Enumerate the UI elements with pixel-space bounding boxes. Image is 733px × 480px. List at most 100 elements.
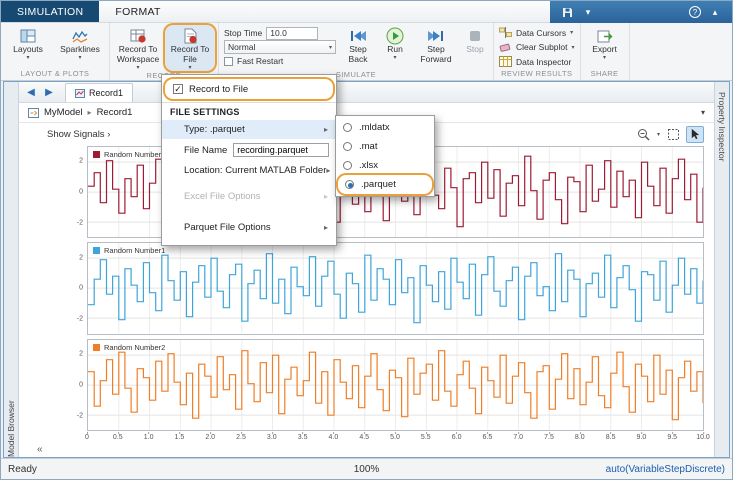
y-tick-label: -2 <box>77 316 83 323</box>
help-icon[interactable]: ? <box>689 6 701 18</box>
x-tick-label: 4.5 <box>359 434 369 441</box>
group-label-layout-plots: LAYOUT & PLOTS <box>4 69 106 80</box>
caret-down-icon: ▾ <box>26 55 29 62</box>
sparklines-button[interactable]: Sparklines ▾ <box>54 25 106 69</box>
parquet-options-label: Parquet File Options <box>184 222 271 233</box>
legend-label: Random Number2 <box>104 343 165 352</box>
record-to-file-toggle-label: Record to File <box>189 84 248 95</box>
stop-time-label: Stop Time <box>224 28 262 38</box>
back-arrow-icon[interactable]: ◀ <box>23 83 39 101</box>
export-label: Export <box>592 45 617 55</box>
x-tick-label: 5.0 <box>390 434 400 441</box>
record-to-file-label-2: File <box>183 55 197 65</box>
menu-item-location[interactable]: Location: Current MATLAB Folder ▸ <box>162 161 336 180</box>
show-signals-chevron-icon[interactable]: › <box>107 129 110 140</box>
legend: Random Number <box>93 150 161 159</box>
show-signals-link[interactable]: Show Signals <box>47 129 105 140</box>
breadcrumb-model[interactable]: MyModel <box>44 107 83 118</box>
x-tick-label: 0 <box>85 434 89 441</box>
record1-doc-tab[interactable]: Record1 <box>65 83 133 102</box>
menu-item-excel-options[interactable]: Excel File Options ▸ <box>162 187 336 206</box>
pointer-tool-button[interactable] <box>686 126 704 143</box>
data-inspector-button[interactable]: Data Inspector <box>499 55 575 68</box>
x-tick-label: 1.5 <box>175 434 185 441</box>
forward-arrow-icon[interactable]: ▶ <box>41 83 57 101</box>
y-tick-label: -2 <box>77 219 83 226</box>
radio-icon <box>343 161 352 170</box>
x-tick-label: 5.5 <box>421 434 431 441</box>
collapse-panel-button[interactable]: « <box>37 445 43 455</box>
save-icon[interactable] <box>560 5 574 19</box>
stop-button[interactable]: Stop <box>460 25 490 70</box>
status-ready: Ready <box>8 464 37 475</box>
file-name-label: File Name <box>184 145 227 156</box>
menu-item-record-to-file[interactable]: ✓ Record to File <box>165 79 333 99</box>
submenu-item-mat[interactable]: .mat <box>336 137 434 156</box>
data-inspector-label: Data Inspector <box>516 57 571 67</box>
layouts-label: Layouts <box>13 45 43 55</box>
sim-mode-value: Normal <box>228 42 255 52</box>
model-browser-tab[interactable]: Model Browser <box>4 82 19 457</box>
y-tick-label: 0 <box>79 285 83 292</box>
file-name-input[interactable] <box>233 143 329 157</box>
tab-simulation[interactable]: SIMULATION <box>1 1 99 22</box>
minimize-ribbon-icon[interactable]: ▴ <box>708 5 722 19</box>
property-inspector-tab[interactable]: Property Inspector <box>714 82 729 457</box>
record-to-file-menu: ✓ Record to File FILE SETTINGS Type: .pa… <box>161 74 337 246</box>
status-bar: Ready 100% auto(VariableStepDiscrete) <box>1 458 732 479</box>
clear-subplot-icon <box>499 42 512 53</box>
data-cursors-button[interactable]: Data Cursors ▾ <box>499 26 575 39</box>
run-button[interactable]: Run ▾ <box>378 25 412 70</box>
radio-icon <box>343 142 352 151</box>
data-inspector-icon <box>499 56 512 67</box>
y-tick-label: 0 <box>79 189 83 196</box>
signal-selector-caret-icon[interactable]: ▾ <box>701 108 705 117</box>
zoom-caret-icon[interactable]: ▾ <box>657 131 660 138</box>
step-back-button[interactable]: Step Back <box>340 25 376 70</box>
zoom-out-button[interactable] <box>635 126 653 143</box>
export-icon <box>596 27 614 45</box>
parquet-label: .parquet <box>361 179 396 190</box>
radio-icon <box>343 123 352 132</box>
record-to-file-button[interactable]: Record To File ▾ <box>165 25 215 71</box>
mat-label: .mat <box>359 141 377 152</box>
record-to-workspace-button[interactable]: Record To Workspace ▾ <box>113 25 163 71</box>
property-inspector-label: Property Inspector <box>717 92 727 457</box>
submenu-item-parquet[interactable]: .parquet <box>338 175 432 194</box>
step-forward-label-2: Forward <box>420 55 451 65</box>
record-to-workspace-icon <box>129 27 147 45</box>
menu-item-parquet-options[interactable]: Parquet File Options ▸ <box>162 218 336 237</box>
sparklines-label: Sparklines <box>60 45 100 55</box>
save-dropdown-caret-icon[interactable]: ▾ <box>581 5 595 19</box>
record1-tab-label: Record1 <box>89 88 123 98</box>
x-axis: 00.51.01.52.02.53.03.54.04.55.05.56.06.5… <box>87 432 703 444</box>
x-tick-label: 6.0 <box>452 434 462 441</box>
fast-restart-checkbox[interactable] <box>224 57 233 66</box>
caret-down-icon: ▾ <box>188 65 191 72</box>
menu-item-type[interactable]: Type: .parquet ▸ <box>162 120 336 139</box>
clear-subplot-button[interactable]: Clear Subplot ▾ <box>499 41 575 54</box>
fit-to-view-button[interactable] <box>664 126 682 143</box>
y-axis-labels: 2 0 -2 <box>67 339 87 431</box>
x-tick-label: 9.0 <box>637 434 647 441</box>
ribbon: Layouts ▾ Sparklines ▾ LAYOUT & PLOTS <box>1 23 732 81</box>
caret-down-icon: ▾ <box>572 44 575 51</box>
legend-label: Random Number <box>104 150 161 159</box>
layouts-icon <box>20 27 36 45</box>
stop-label: Stop <box>466 45 484 55</box>
group-layout-plots: Layouts ▾ Sparklines ▾ LAYOUT & PLOTS <box>1 23 110 80</box>
plot-canvas[interactable]: Random Number1 <box>87 242 704 334</box>
step-forward-button[interactable]: Step Forward <box>414 25 458 70</box>
breadcrumb-record1[interactable]: Record1 <box>97 107 133 118</box>
submenu-item-xlsx[interactable]: .xlsx <box>336 156 434 175</box>
submenu-item-mldatx[interactable]: .mldatx <box>336 118 434 137</box>
tab-format[interactable]: FORMAT <box>99 1 176 22</box>
layouts-button[interactable]: Layouts ▾ <box>4 25 52 69</box>
stop-time-input[interactable]: 10.0 <box>266 27 318 40</box>
y-tick-label: 2 <box>79 254 83 261</box>
group-review-results: Data Cursors ▾ Clear Subplot ▾ <box>494 23 581 80</box>
export-button[interactable]: Export ▾ <box>584 25 626 69</box>
plot-canvas[interactable]: Random Number2 <box>87 339 704 431</box>
sparklines-icon <box>72 27 88 45</box>
sim-mode-select[interactable]: Normal ▾ <box>224 40 336 54</box>
